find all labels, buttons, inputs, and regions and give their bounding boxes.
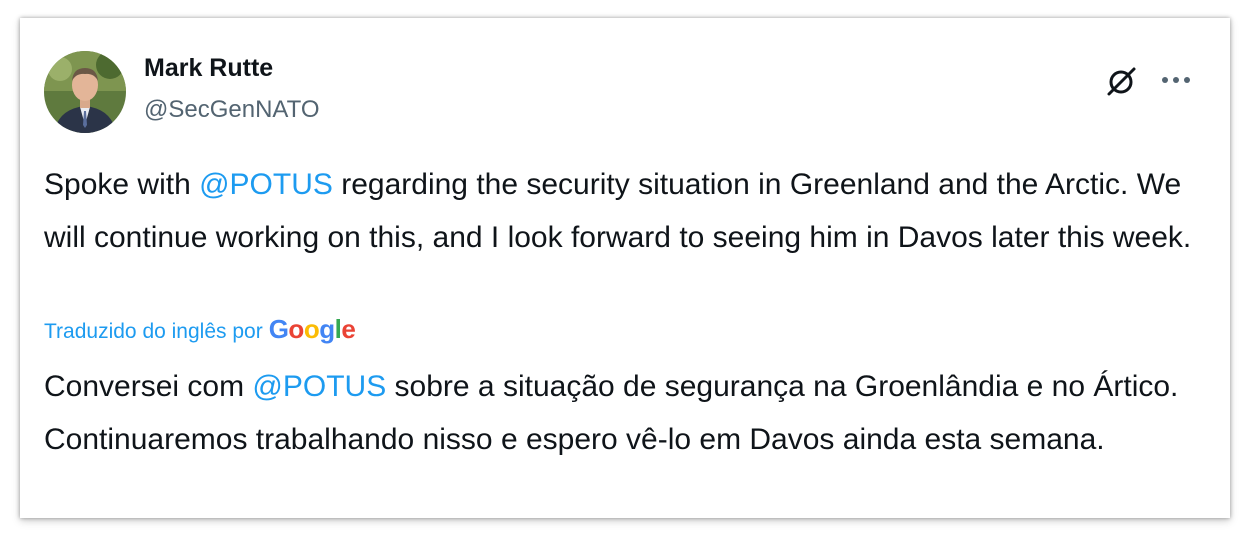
google-logo-letter: e — [341, 314, 356, 344]
google-logo-letter: o — [303, 314, 320, 344]
tweet-text-segment: Spoke with — [44, 168, 200, 201]
author-name[interactable]: Mark Rutte — [144, 54, 273, 83]
google-logo-letter: o — [288, 314, 304, 344]
more-options-icon[interactable] — [1156, 62, 1196, 98]
tweet-text-translation: Conversei com @POTUS sobre a situação de… — [44, 360, 1204, 466]
tweet-text-segment: Conversei com — [44, 370, 253, 403]
grok-icon[interactable] — [1104, 63, 1140, 99]
tweet-text-original: Spoke with @POTUS regarding the security… — [44, 158, 1204, 264]
mention-link[interactable]: @POTUS — [199, 168, 333, 201]
google-logo: Google — [269, 314, 356, 344]
author-handle[interactable]: @SecGenNATO — [144, 96, 320, 124]
mention-link[interactable]: @POTUS — [252, 370, 386, 403]
google-logo-letter: G — [268, 314, 289, 344]
avatar[interactable] — [44, 51, 126, 133]
translated-by-label: Traduzido do inglês por — [44, 320, 263, 343]
tweet-card[interactable]: Mark Rutte @SecGenNATO Spoke with @POTUS… — [20, 18, 1230, 518]
google-logo-letter: g — [319, 314, 335, 344]
avatar-image — [44, 51, 126, 133]
translation-attribution[interactable]: Traduzido do inglês por Google — [44, 314, 356, 345]
